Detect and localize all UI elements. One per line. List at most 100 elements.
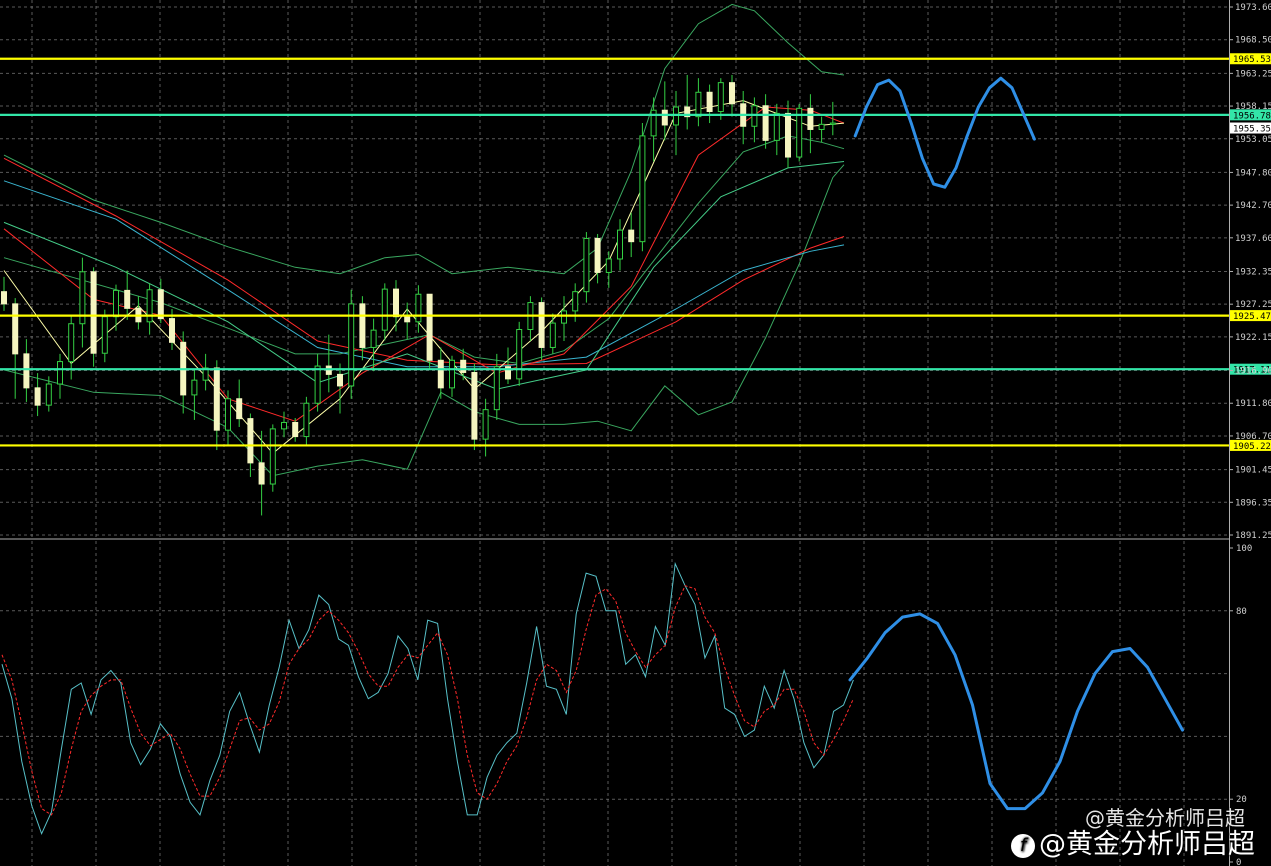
price-tick-label: 1958.15 [1235,102,1271,112]
candle-bearish [729,82,735,105]
candle-bearish [393,288,399,318]
oscillator-forecast-line [848,612,1184,811]
candle-bearish [12,303,19,355]
candle-bullish [639,135,646,243]
candle-bearish [460,359,467,373]
candle-bullish [583,237,590,293]
candle-bullish [281,421,287,430]
candle-bullish [717,82,724,113]
price-tick-label: 1963.25 [1235,69,1271,79]
watermark-handle: @黄金分析师吕超 [1085,806,1245,830]
candle-bullish [415,293,422,323]
price-tick-label: 1953.05 [1235,135,1271,145]
candle-bearish [785,112,791,158]
price-panel-background [0,0,1229,537]
candle-bullish [829,122,836,125]
watermark: @黄金分析师吕超 f @黄金分析师吕超 [1011,808,1255,860]
candle-bearish [23,353,30,389]
candle-bullish [370,329,377,348]
candle-bullish [482,409,489,440]
candle-bullish [818,123,825,130]
trading-chart: 1965.531956.781925.471917.111905.221955.… [0,0,1271,866]
candle-bearish [1,291,7,305]
candle-bullish [516,329,523,380]
candle-bullish [493,366,500,411]
price-panel: 1965.531956.781925.471917.111905.221955.… [0,0,1271,541]
price-axis: 1973.60 1968.50 1963.25 1958.15 1953.05 1947.… [1229,3,1271,541]
price-tick-label: 1911.80 [1235,399,1271,409]
oscillator-tick-label: 80 [1236,607,1247,617]
candle-bearish [236,398,243,420]
level-label: 1965.53 [1233,55,1271,65]
candle-bullish [101,316,108,354]
candle-bullish [561,310,567,324]
candle-bearish [437,359,444,389]
candle-bullish [449,359,455,389]
candle-bearish [247,418,254,464]
price-tick-label: 1916.90 [1235,367,1271,377]
price-tick-label: 1927.25 [1235,300,1271,310]
price-tick-label: 1932.35 [1235,267,1271,277]
candle-bullish [146,289,153,323]
candle-bullish [381,288,388,331]
candle-bearish [538,302,545,348]
candle-bearish [124,289,131,309]
candle-bearish [807,107,814,130]
oscillator-forecast-curve [848,612,1184,811]
candle-bearish [628,229,635,243]
oscillator-tick-label: 100 [1236,544,1252,554]
price-tick-label: 1937.60 [1235,234,1271,244]
candle-bearish [762,105,769,141]
price-tick-label: 1973.60 [1235,3,1271,13]
price-tick-label: 1906.70 [1235,432,1271,442]
weibo-logo-icon: f [1011,833,1035,858]
oscillator-lines [1,561,854,836]
oscillator-grid [0,541,1229,866]
current-price-label: 1955.35 [1233,125,1271,135]
candle-bearish [471,371,478,440]
candle-bullish [45,383,52,406]
price-tick-label: 1922.15 [1235,333,1271,343]
candle-bullish [572,291,579,312]
candle-bullish [617,229,623,260]
candle-bullish [68,323,75,363]
candle-bullish [113,289,119,318]
price-tick-label: 1901.45 [1235,466,1271,476]
price-tick-label: 1891.25 [1235,531,1271,541]
candle-bearish [213,367,220,431]
candle-bearish [157,289,164,320]
candle-bullish [191,379,198,396]
candle-bearish [661,109,668,126]
candle-bearish [426,293,433,361]
candle-bearish [90,271,97,354]
candle-bearish [594,237,601,273]
candle-bullish [303,402,310,438]
price-tick-label: 1947.80 [1235,168,1271,178]
candle-bullish [269,428,276,485]
candle-bullish [751,105,758,127]
oscillator-panel: 10080200 [0,541,1252,866]
price-tick-label: 1968.50 [1235,36,1271,46]
candle-bullish [225,398,231,431]
candle-bullish [549,322,556,348]
candle-bullish [673,106,679,126]
candle-bullish [773,112,780,141]
level-label: 1925.47 [1233,312,1271,322]
price-tick-label: 1942.70 [1235,201,1271,211]
candle-bullish [695,91,702,118]
oscillator-tick-label: 20 [1236,795,1247,805]
candle-bearish [258,462,265,485]
candle-bullish [57,361,63,385]
candle-bearish [706,91,713,113]
candle-bullish [605,258,612,273]
candle-bullish [314,365,321,404]
candle-bearish [337,373,343,387]
candle-bearish [404,316,411,323]
candle-bearish [34,387,41,406]
candle-bearish [169,318,175,343]
level-label: 1905.22 [1233,442,1271,452]
candle-bearish [359,303,366,348]
candle-bearish [292,421,299,438]
watermark-text: @黄金分析师吕超 [1039,829,1255,860]
main-line [1,561,854,836]
